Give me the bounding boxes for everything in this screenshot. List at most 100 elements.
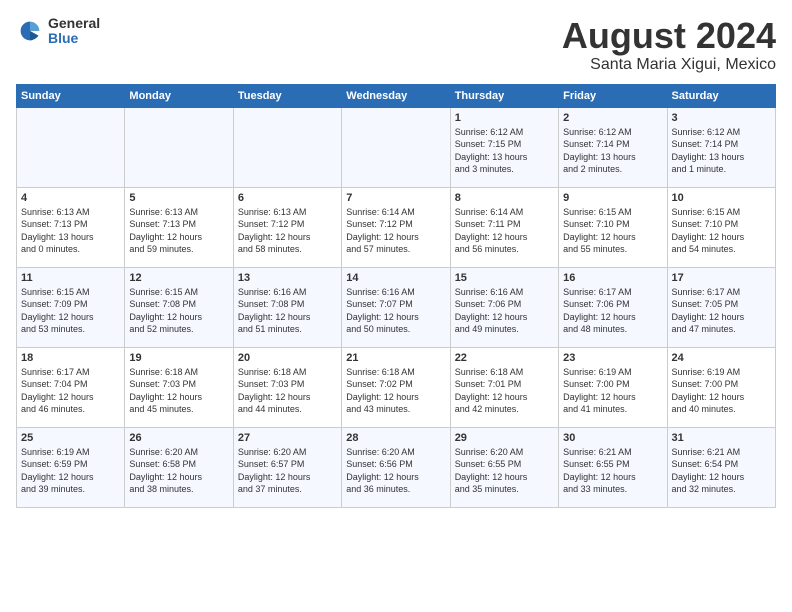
day-info: Sunrise: 6:15 AM Sunset: 7:10 PM Dayligh… bbox=[672, 206, 771, 256]
weekday-header-saturday: Saturday bbox=[667, 84, 775, 107]
calendar-week-5: 25 Sunrise: 6:19 AM Sunset: 6:59 PM Dayli… bbox=[17, 427, 776, 507]
day-number: 14 bbox=[346, 272, 445, 284]
day-info: Sunrise: 6:18 AM Sunset: 7:01 PM Dayligh… bbox=[455, 366, 554, 416]
calendar-cell: 1Sunrise: 6:12 AM Sunset: 7:15 PM Daylig… bbox=[450, 107, 558, 187]
calendar-cell: 10 Sunrise: 6:15 AM Sunset: 7:10 PM Dayli… bbox=[667, 187, 775, 267]
weekday-header-thursday: Thursday bbox=[450, 84, 558, 107]
day-number: 18 bbox=[21, 352, 120, 364]
day-number: 4 bbox=[21, 192, 120, 204]
weekday-header-sunday: Sunday bbox=[17, 84, 125, 107]
calendar-cell: 14 Sunrise: 6:16 AM Sunset: 7:07 PM Dayli… bbox=[342, 267, 450, 347]
day-number: 16 bbox=[563, 272, 662, 284]
calendar-cell: 20Sunrise: 6:18 AM Sunset: 7:03 PM Dayli… bbox=[233, 347, 341, 427]
day-number: 29 bbox=[455, 432, 554, 444]
calendar-cell: 17 Sunrise: 6:17 AM Sunset: 7:05 PM Dayli… bbox=[667, 267, 775, 347]
day-number: 26 bbox=[129, 432, 228, 444]
day-info: Sunrise: 6:17 AM Sunset: 7:05 PM Dayligh… bbox=[672, 286, 771, 336]
calendar-table: SundayMondayTuesdayWednesdayThursdayFrid… bbox=[16, 84, 776, 508]
calendar-week-1: 1Sunrise: 6:12 AM Sunset: 7:15 PM Daylig… bbox=[17, 107, 776, 187]
day-number: 23 bbox=[563, 352, 662, 364]
calendar-cell: 22 Sunrise: 6:18 AM Sunset: 7:01 PM Dayli… bbox=[450, 347, 558, 427]
day-number: 22 bbox=[455, 352, 554, 364]
weekday-header-tuesday: Tuesday bbox=[233, 84, 341, 107]
day-number: 12 bbox=[129, 272, 228, 284]
calendar-cell: 12 Sunrise: 6:15 AM Sunset: 7:08 PM Dayli… bbox=[125, 267, 233, 347]
day-number: 8 bbox=[455, 192, 554, 204]
calendar-cell: 23Sunrise: 6:19 AM Sunset: 7:00 PM Dayli… bbox=[559, 347, 667, 427]
calendar-cell: 16 Sunrise: 6:17 AM Sunset: 7:06 PM Dayli… bbox=[559, 267, 667, 347]
calendar-cell: 7 Sunrise: 6:14 AM Sunset: 7:12 PM Daylig… bbox=[342, 187, 450, 267]
calendar-cell: 2 Sunrise: 6:12 AM Sunset: 7:14 PM Daylig… bbox=[559, 107, 667, 187]
calendar-cell: 8 Sunrise: 6:14 AM Sunset: 7:11 PM Daylig… bbox=[450, 187, 558, 267]
weekday-header-row: SundayMondayTuesdayWednesdayThursdayFrid… bbox=[17, 84, 776, 107]
calendar-cell: 26 Sunrise: 6:20 AM Sunset: 6:58 PM Dayli… bbox=[125, 427, 233, 507]
page-header: General Blue August 2024 Santa Maria Xig… bbox=[16, 16, 776, 74]
calendar-week-4: 18 Sunrise: 6:17 AM Sunset: 7:04 PM Dayli… bbox=[17, 347, 776, 427]
logo-blue: Blue bbox=[48, 31, 100, 46]
logo-general: General bbox=[48, 16, 100, 31]
day-info: Sunrise: 6:16 AM Sunset: 7:08 PM Dayligh… bbox=[238, 286, 337, 336]
calendar-cell: 21 Sunrise: 6:18 AM Sunset: 7:02 PM Dayli… bbox=[342, 347, 450, 427]
calendar-cell: 3Sunrise: 6:12 AM Sunset: 7:14 PM Daylig… bbox=[667, 107, 775, 187]
calendar-cell: 4 Sunrise: 6:13 AM Sunset: 7:13 PM Daylig… bbox=[17, 187, 125, 267]
location-subtitle: Santa Maria Xigui, Mexico bbox=[562, 56, 776, 74]
day-info: Sunrise: 6:12 AM Sunset: 7:14 PM Dayligh… bbox=[563, 126, 662, 176]
logo-icon bbox=[16, 17, 44, 45]
day-info: Sunrise: 6:21 AM Sunset: 6:54 PM Dayligh… bbox=[672, 446, 771, 496]
day-number: 6 bbox=[238, 192, 337, 204]
day-info: Sunrise: 6:20 AM Sunset: 6:55 PM Dayligh… bbox=[455, 446, 554, 496]
day-info: Sunrise: 6:20 AM Sunset: 6:57 PM Dayligh… bbox=[238, 446, 337, 496]
calendar-cell: 25 Sunrise: 6:19 AM Sunset: 6:59 PM Dayli… bbox=[17, 427, 125, 507]
day-info: Sunrise: 6:18 AM Sunset: 7:02 PM Dayligh… bbox=[346, 366, 445, 416]
day-info: Sunrise: 6:14 AM Sunset: 7:11 PM Dayligh… bbox=[455, 206, 554, 256]
title-section: August 2024 Santa Maria Xigui, Mexico bbox=[562, 16, 776, 74]
calendar-cell: 31 Sunrise: 6:21 AM Sunset: 6:54 PM Dayli… bbox=[667, 427, 775, 507]
day-number: 21 bbox=[346, 352, 445, 364]
calendar-cell: 29 Sunrise: 6:20 AM Sunset: 6:55 PM Dayli… bbox=[450, 427, 558, 507]
day-number: 28 bbox=[346, 432, 445, 444]
day-number: 24 bbox=[672, 352, 771, 364]
weekday-header-wednesday: Wednesday bbox=[342, 84, 450, 107]
calendar-cell: 5 Sunrise: 6:13 AM Sunset: 7:13 PM Daylig… bbox=[125, 187, 233, 267]
calendar-cell: 30Sunrise: 6:21 AM Sunset: 6:55 PM Dayli… bbox=[559, 427, 667, 507]
day-info: Sunrise: 6:13 AM Sunset: 7:13 PM Dayligh… bbox=[129, 206, 228, 256]
day-info: Sunrise: 6:18 AM Sunset: 7:03 PM Dayligh… bbox=[238, 366, 337, 416]
day-number: 17 bbox=[672, 272, 771, 284]
calendar-cell bbox=[342, 107, 450, 187]
day-number: 19 bbox=[129, 352, 228, 364]
day-number: 11 bbox=[21, 272, 120, 284]
day-number: 15 bbox=[455, 272, 554, 284]
day-info: Sunrise: 6:12 AM Sunset: 7:14 PM Dayligh… bbox=[672, 126, 771, 176]
day-info: Sunrise: 6:16 AM Sunset: 7:07 PM Dayligh… bbox=[346, 286, 445, 336]
day-info: Sunrise: 6:18 AM Sunset: 7:03 PM Dayligh… bbox=[129, 366, 228, 416]
calendar-cell: 15 Sunrise: 6:16 AM Sunset: 7:06 PM Dayli… bbox=[450, 267, 558, 347]
day-info: Sunrise: 6:16 AM Sunset: 7:06 PM Dayligh… bbox=[455, 286, 554, 336]
day-info: Sunrise: 6:19 AM Sunset: 6:59 PM Dayligh… bbox=[21, 446, 120, 496]
calendar-header: SundayMondayTuesdayWednesdayThursdayFrid… bbox=[17, 84, 776, 107]
day-number: 7 bbox=[346, 192, 445, 204]
day-info: Sunrise: 6:15 AM Sunset: 7:08 PM Dayligh… bbox=[129, 286, 228, 336]
calendar-cell: 6Sunrise: 6:13 AM Sunset: 7:12 PM Daylig… bbox=[233, 187, 341, 267]
day-info: Sunrise: 6:14 AM Sunset: 7:12 PM Dayligh… bbox=[346, 206, 445, 256]
day-number: 5 bbox=[129, 192, 228, 204]
day-number: 25 bbox=[21, 432, 120, 444]
day-info: Sunrise: 6:17 AM Sunset: 7:04 PM Dayligh… bbox=[21, 366, 120, 416]
calendar-cell bbox=[233, 107, 341, 187]
day-info: Sunrise: 6:17 AM Sunset: 7:06 PM Dayligh… bbox=[563, 286, 662, 336]
day-info: Sunrise: 6:19 AM Sunset: 7:00 PM Dayligh… bbox=[672, 366, 771, 416]
logo-text: General Blue bbox=[48, 16, 100, 47]
calendar-cell: 9Sunrise: 6:15 AM Sunset: 7:10 PM Daylig… bbox=[559, 187, 667, 267]
day-info: Sunrise: 6:21 AM Sunset: 6:55 PM Dayligh… bbox=[563, 446, 662, 496]
day-number: 31 bbox=[672, 432, 771, 444]
calendar-cell: 11 Sunrise: 6:15 AM Sunset: 7:09 PM Dayli… bbox=[17, 267, 125, 347]
day-number: 10 bbox=[672, 192, 771, 204]
weekday-header-monday: Monday bbox=[125, 84, 233, 107]
day-number: 9 bbox=[563, 192, 662, 204]
logo: General Blue bbox=[16, 16, 100, 47]
day-info: Sunrise: 6:20 AM Sunset: 6:56 PM Dayligh… bbox=[346, 446, 445, 496]
day-number: 2 bbox=[563, 112, 662, 124]
day-info: Sunrise: 6:15 AM Sunset: 7:09 PM Dayligh… bbox=[21, 286, 120, 336]
day-number: 1 bbox=[455, 112, 554, 124]
day-info: Sunrise: 6:20 AM Sunset: 6:58 PM Dayligh… bbox=[129, 446, 228, 496]
day-info: Sunrise: 6:13 AM Sunset: 7:13 PM Dayligh… bbox=[21, 206, 120, 256]
